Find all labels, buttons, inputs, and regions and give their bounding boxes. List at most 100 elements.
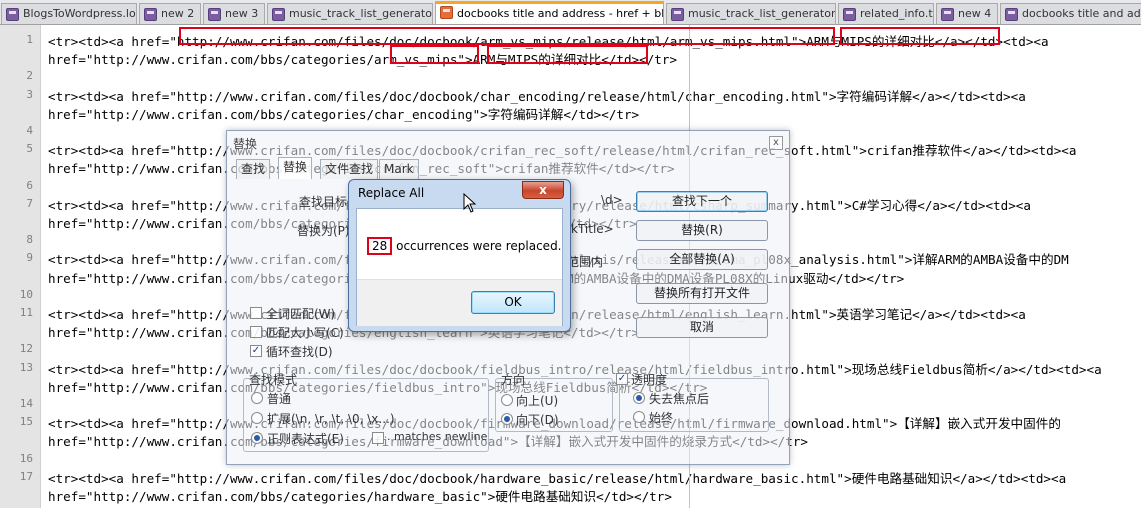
tab-new-3[interactable]: new 3 [203,3,265,24]
message-box-body: 28 occurrences were replaced. OK [356,208,563,326]
find-next-button[interactable]: 查找下一个 [636,191,768,212]
match-case-checkbox[interactable] [250,326,262,338]
transparency-always-label: 始终 [649,411,674,425]
tab-docbooks-title-and-address-2[interactable]: docbooks title and address - hr [1000,3,1141,24]
tab-replace[interactable]: 替换 [278,157,313,179]
file-icon [208,8,221,21]
mode-normal-label: 普通 [267,392,292,406]
mouse-pointer-icon [463,193,477,213]
search-mode-title: 查找模式 [249,373,298,387]
tab-find-in-files[interactable]: 文件查找 [320,159,379,179]
file-icon [6,8,19,21]
mode-extended-radio[interactable] [251,412,263,424]
file-modified-icon [440,6,453,19]
mode-normal-radio[interactable] [251,392,263,404]
line-number: 2 [26,69,33,83]
mode-regex-label: 正则表达式(E) [267,432,344,446]
line-number: 16 [19,451,33,465]
transparency-title: 透明度 [631,373,668,387]
tab-label: new 4 [958,7,992,20]
tab-music-track-list-generator-py[interactable]: music_track_list_generator.py [267,3,433,24]
direction-down-label: 向下(D) [516,413,559,427]
tab-label: BlogsToWordpress.log [23,7,137,20]
direction-up-label: 向上(U) [516,394,559,408]
code-line: <tr><td><a href="http://www.crifan.com/f… [48,88,1026,104]
code-line: <tr><td><a href="http://www.crifan.com/f… [48,470,1067,486]
tab-new-2[interactable]: new 2 [139,3,201,24]
replace-all-message-box: Replace All x 28 occurrences were replac… [348,179,571,332]
message-label: occurrences were replaced. [392,239,562,253]
cancel-button[interactable]: 取消 [636,317,768,338]
line-number: 14 [19,397,33,410]
tab-label: new 3 [225,7,259,20]
mode-regex-radio[interactable] [251,432,263,444]
matches-newline-label: . matches newline [387,430,488,443]
whole-word-checkbox[interactable] [250,307,262,319]
message-box-title: Replace All [358,186,425,200]
line-number: 6 [26,178,33,192]
ok-button[interactable]: OK [471,291,555,314]
tab-find[interactable]: 查找 [236,159,271,179]
line-number: 11 [19,306,33,319]
tab-new-4[interactable]: new 4 [936,3,998,24]
wrap-around-checkbox[interactable]: ✓ [250,345,262,357]
close-icon[interactable]: x [769,136,783,150]
code-line: href="http://www.crifan.com/bbs/categori… [48,52,678,68]
file-icon [941,8,954,21]
line-number: 3 [26,87,33,101]
scope-label: 范围内 [567,255,604,269]
file-icon [144,8,157,21]
whole-word-label: 全词匹配(W) [266,307,336,321]
file-icon [1005,8,1018,21]
tab-related-info[interactable]: related_info.txt [838,3,934,24]
line-number: 5 [26,142,33,156]
tab-label: music_track_list_generator.py [289,7,432,20]
line-number: 4 [26,124,33,137]
tab-mark[interactable]: Mark [379,159,419,179]
code-line: href="http://www.crifan.com/bbs/categori… [48,106,640,122]
tab-label: related_info.txt [860,7,933,20]
dialog-title: 替换 [233,137,258,151]
replaced-count: 28 [367,237,393,255]
tab-blogstowordpress-log[interactable]: BlogsToWordpress.log [1,3,137,24]
line-number: 13 [19,360,33,374]
tab-docbooks-title-and-address[interactable]: docbooks title and address - href + bbs.… [435,1,664,24]
find-label: 查找目标 [299,195,348,209]
find-input[interactable]: \d> [601,193,623,207]
message-box-footer: OK [357,279,562,326]
line-number: 1 [26,33,33,46]
close-icon[interactable]: x [522,181,564,199]
tab-label: new 2 [161,7,195,20]
tab-label: docbooks title and address - href + bbs.… [457,7,663,20]
code-line: href="http://www.crifan.com/bbs/categori… [48,489,672,504]
replace-all-open-files-button[interactable]: 替换所有打开文件 [636,283,768,304]
message-text: 28 occurrences were replaced. [367,237,562,255]
line-number: 15 [19,415,33,429]
transparency-lose-focus-label: 失去焦点后 [649,392,710,406]
transparency-checkbox[interactable]: ✓ [616,373,628,385]
line-number: 12 [19,342,33,356]
tab-music-track-list-generator-log[interactable]: music_track_list_generator.log [666,3,836,24]
code-line: <tr><td><a href="http://www.crifan.com/f… [48,34,1049,49]
mode-extended-label: 扩展(\n, \r, \t, \0, \x...) [267,412,395,426]
replace-all-button[interactable]: 全部替换(A) [636,249,768,270]
direction-title: 方向 [501,373,526,387]
line-number-gutter: 123456789101112131415161718 [0,25,41,508]
replace-button[interactable]: 替换(R) [636,220,768,241]
replace-input[interactable]: kTitle> [571,222,614,236]
line-number: 17 [19,469,33,483]
transparency-lose-focus-radio[interactable] [633,392,645,404]
line-number: 10 [19,287,33,301]
file-icon [671,8,684,21]
matches-newline-checkbox[interactable] [372,432,384,444]
line-number: 8 [26,233,33,247]
line-number: 7 [26,196,33,210]
wrap-around-label: 循环查找(D) [266,345,333,359]
match-case-label: 匹配大小写(C) [266,326,344,340]
tab-bar: BlogsToWordpress.log new 2 new 3 music_t… [0,0,1141,25]
transparency-always-radio[interactable] [633,411,645,423]
direction-up-radio[interactable] [501,394,513,406]
file-icon [843,8,856,21]
file-icon [272,8,285,21]
direction-down-radio[interactable] [501,413,513,425]
